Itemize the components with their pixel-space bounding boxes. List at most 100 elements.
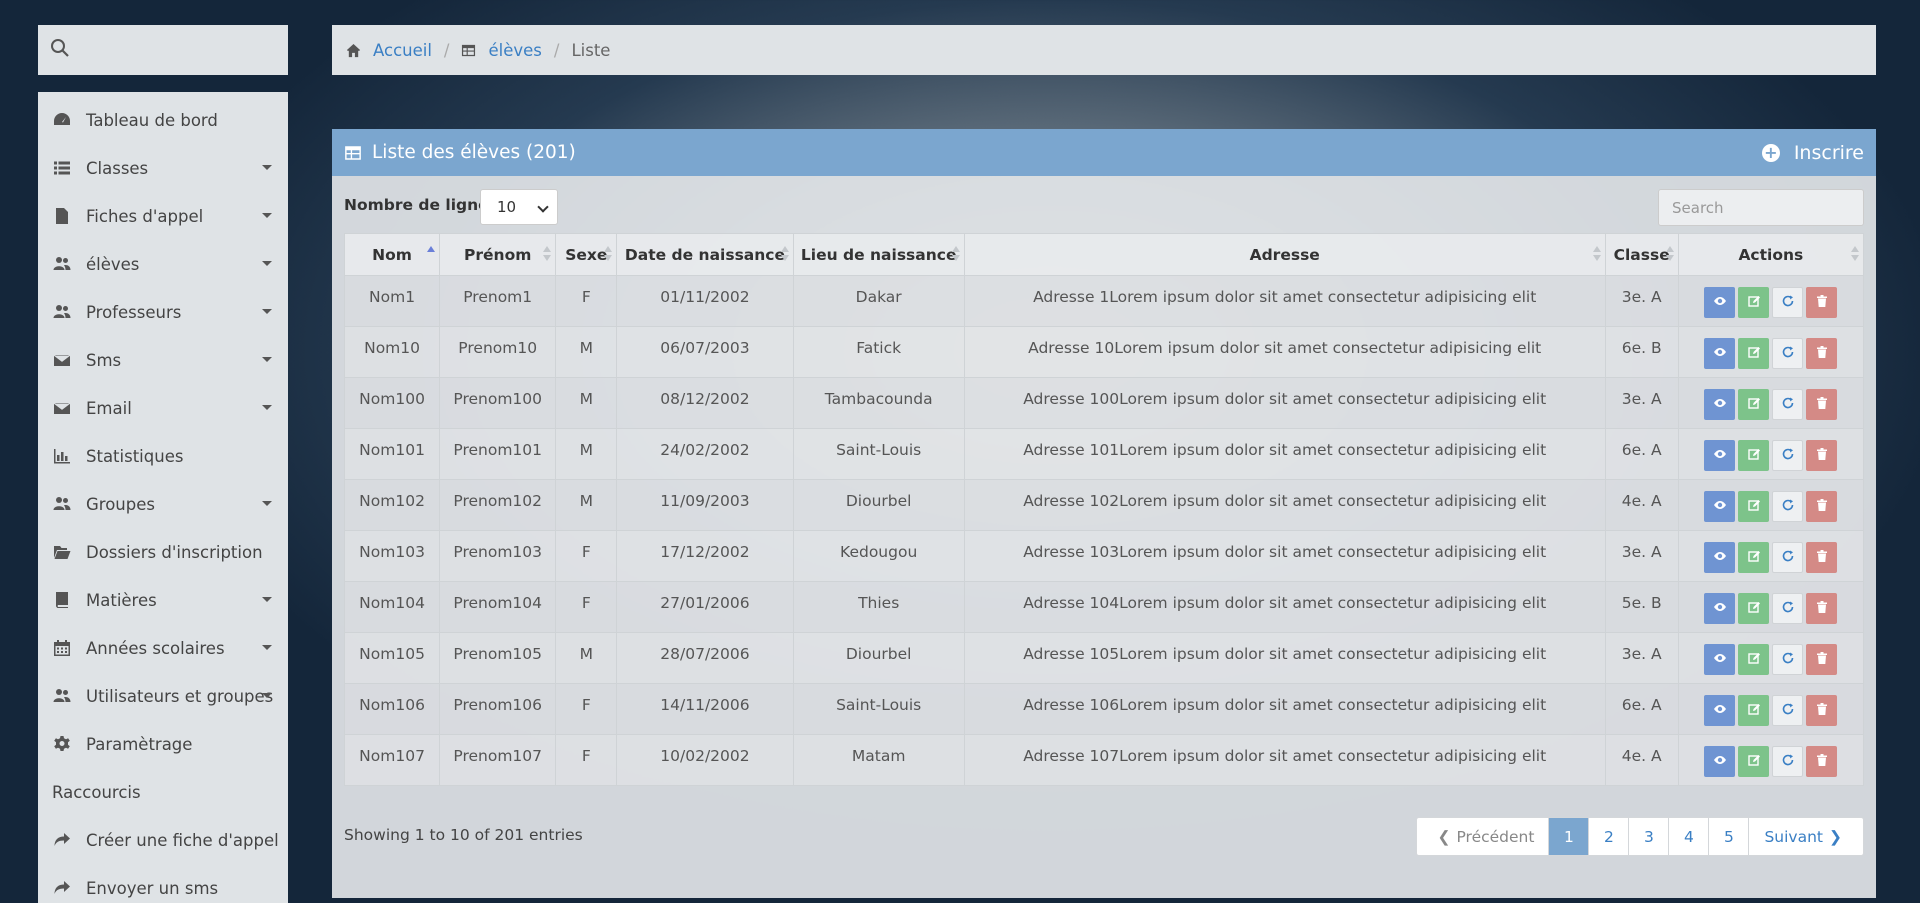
pagination-page-2[interactable]: 2	[1588, 818, 1628, 855]
edit-button[interactable]	[1738, 389, 1770, 420]
panel-header: Liste des élèves (201) + Inscrire	[332, 129, 1876, 176]
edit-button[interactable]	[1738, 440, 1770, 471]
sidebar-item-parametrage[interactable]: Paramètrage	[38, 720, 288, 768]
sidebar-item-annees-scolaires[interactable]: Années scolaires	[38, 624, 288, 672]
edit-button[interactable]	[1738, 287, 1770, 318]
delete-button[interactable]	[1806, 542, 1838, 573]
refresh-button[interactable]	[1772, 593, 1804, 624]
delete-button[interactable]	[1806, 695, 1838, 726]
refresh-button[interactable]	[1772, 644, 1804, 675]
table-cell: Matam	[792, 734, 965, 786]
refresh-button[interactable]	[1772, 338, 1804, 369]
caret-down-icon	[262, 261, 272, 266]
table-cell: 01/11/2002	[616, 275, 794, 327]
pagination-page-4[interactable]: 4	[1668, 818, 1708, 855]
sidebar-item-eleves[interactable]: élèves	[38, 240, 288, 288]
table-cell: 28/07/2006	[616, 632, 794, 684]
view-button[interactable]	[1704, 746, 1736, 777]
view-button[interactable]	[1704, 287, 1736, 318]
sidebar-item-groupes[interactable]: Groupes	[38, 480, 288, 528]
sidebar-item-professeurs[interactable]: Professeurs	[38, 288, 288, 336]
delete-button[interactable]	[1806, 491, 1838, 522]
refresh-button[interactable]	[1772, 542, 1804, 573]
sidebar-item-email[interactable]: Email	[38, 384, 288, 432]
breadcrumb: Accueil / élèves / Liste	[332, 25, 1876, 75]
table-cell: 08/12/2002	[616, 377, 794, 429]
edit-button[interactable]	[1738, 491, 1770, 522]
edit-icon	[1747, 345, 1761, 363]
view-button[interactable]	[1704, 542, 1736, 573]
view-button[interactable]	[1704, 440, 1736, 471]
view-button[interactable]	[1704, 695, 1736, 726]
breadcrumb-eleves-link[interactable]: élèves	[488, 41, 541, 60]
edit-icon	[1747, 447, 1761, 465]
chevron-right-icon: ❯	[1829, 827, 1842, 846]
row-actions	[1704, 542, 1838, 573]
sidebar-search[interactable]	[38, 25, 288, 75]
edit-button[interactable]	[1738, 644, 1770, 675]
column-header-label: Actions	[1738, 245, 1804, 264]
column-header[interactable]: Classe	[1604, 233, 1679, 276]
view-button[interactable]	[1704, 644, 1736, 675]
shortcut-item-1[interactable]: Envoyer un sms	[38, 864, 288, 903]
breadcrumb-home-link[interactable]: Accueil	[373, 41, 432, 60]
column-header[interactable]: Actions	[1677, 233, 1865, 276]
rows-per-page-select[interactable]: 10	[480, 189, 558, 225]
column-header[interactable]: Lieu de naissance	[792, 233, 965, 276]
sidebar-item-classes[interactable]: Classes	[38, 144, 288, 192]
delete-button[interactable]	[1806, 287, 1838, 318]
edit-button[interactable]	[1738, 695, 1770, 726]
column-header[interactable]: Prénom	[439, 233, 557, 276]
sidebar-item-tableau-de-bord[interactable]: Tableau de bord	[38, 96, 288, 144]
refresh-button[interactable]	[1772, 695, 1804, 726]
sidebar-item-sms[interactable]: Sms	[38, 336, 288, 384]
delete-button[interactable]	[1806, 593, 1838, 624]
shortcut-item-0[interactable]: Créer une fiche d'appel	[38, 816, 288, 864]
delete-button[interactable]	[1806, 644, 1838, 675]
table-row: Nom102 Prenom102 M 11/09/2003 Diourbel Adress…	[343, 479, 1865, 531]
column-header[interactable]: Date de naissance	[616, 233, 794, 276]
table-cell: M	[555, 326, 618, 378]
eye-icon	[1713, 498, 1727, 516]
column-header[interactable]: Sexe	[555, 233, 618, 276]
view-button[interactable]	[1704, 389, 1736, 420]
sidebar-item-utilisateurs-et-groupes[interactable]: Utilisateurs et groupes	[38, 672, 288, 720]
trash-icon	[1815, 498, 1829, 516]
pagination-page-3[interactable]: 3	[1628, 818, 1668, 855]
sidebar-item-label: Sms	[86, 350, 122, 370]
pagination-next[interactable]: Suivant ❯	[1748, 818, 1863, 855]
edit-button[interactable]	[1738, 746, 1770, 777]
delete-button[interactable]	[1806, 440, 1838, 471]
refresh-button[interactable]	[1772, 287, 1804, 318]
refresh-icon	[1781, 549, 1795, 567]
edit-button[interactable]	[1738, 542, 1770, 573]
view-button[interactable]	[1704, 338, 1736, 369]
sidebar-item-statistiques[interactable]: Statistiques	[38, 432, 288, 480]
edit-button[interactable]	[1738, 593, 1770, 624]
search-icon	[50, 38, 70, 62]
students-panel: Liste des élèves (201) + Inscrire Nombre…	[332, 129, 1876, 898]
delete-button[interactable]	[1806, 746, 1838, 777]
view-button[interactable]	[1704, 593, 1736, 624]
refresh-button[interactable]	[1772, 440, 1804, 471]
delete-button[interactable]	[1806, 338, 1838, 369]
pagination-prev[interactable]: ❮ Précédent	[1417, 818, 1548, 855]
pagination-page-5[interactable]: 5	[1708, 818, 1748, 855]
refresh-button[interactable]	[1772, 746, 1804, 777]
column-header[interactable]: Adresse	[963, 233, 1606, 276]
trash-icon	[1815, 396, 1829, 414]
refresh-button[interactable]	[1772, 389, 1804, 420]
sidebar-item-dossiers-d-inscription[interactable]: Dossiers d'inscription	[38, 528, 288, 576]
inscrire-button[interactable]: + Inscrire	[1761, 129, 1864, 176]
view-button[interactable]	[1704, 491, 1736, 522]
refresh-button[interactable]	[1772, 491, 1804, 522]
sidebar-item-fiches-d-appel[interactable]: Fiches d'appel	[38, 192, 288, 240]
column-header[interactable]: Nom	[343, 233, 441, 276]
pagination-page-1[interactable]: 1	[1548, 818, 1589, 855]
edit-button[interactable]	[1738, 338, 1770, 369]
table-search-input[interactable]: Search	[1658, 189, 1864, 226]
refresh-icon	[1781, 498, 1795, 516]
sidebar-item-matieres[interactable]: Matières	[38, 576, 288, 624]
table-cell: Prenom105	[439, 632, 557, 684]
delete-button[interactable]	[1806, 389, 1838, 420]
